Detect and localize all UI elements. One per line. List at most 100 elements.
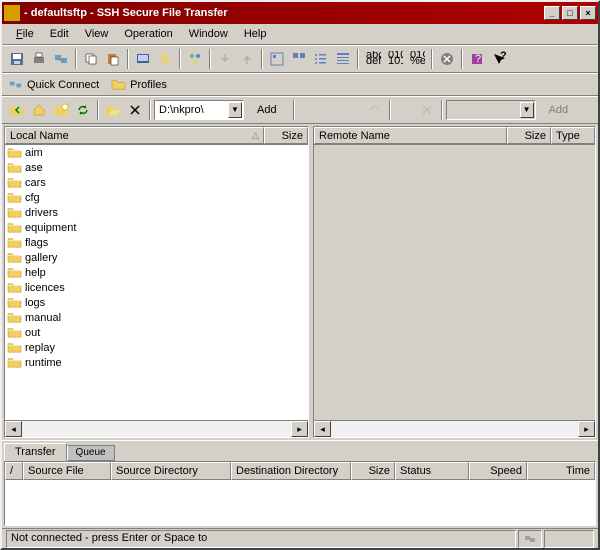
scroll-left-icon[interactable]: ◂ <box>5 421 22 437</box>
list-item[interactable]: ase <box>5 160 308 175</box>
view-binary-icon[interactable]: 010101 <box>384 48 406 70</box>
transfer-col-time[interactable]: Time <box>527 462 595 480</box>
transfer-col-status[interactable]: Status <box>395 462 469 480</box>
minimize-button[interactable]: _ <box>544 6 560 20</box>
quick-connect-button[interactable]: Quick Connect <box>8 78 99 91</box>
connect-bar: Quick Connect Profiles <box>2 73 598 96</box>
transfer-col-sourcedir[interactable]: Source Directory <box>111 462 231 480</box>
list-item[interactable]: logs <box>5 295 308 310</box>
transfer-col-speed[interactable]: Speed <box>469 462 527 480</box>
status-cell-1 <box>518 530 542 548</box>
view-mode-icon[interactable]: 01¢%ef <box>406 48 428 70</box>
menu-view[interactable]: View <box>77 26 117 42</box>
transfer-icon[interactable] <box>154 48 176 70</box>
remote-open-icon <box>394 99 416 121</box>
remote-file-list <box>314 145 595 420</box>
menu-window[interactable]: Window <box>181 26 236 42</box>
transfer-col-icon[interactable]: / <box>5 462 23 480</box>
transfer-col-sourcefile[interactable]: Source File <box>23 462 111 480</box>
large-icons-icon[interactable] <box>266 48 288 70</box>
list-item[interactable]: licences <box>5 280 308 295</box>
remote-col-size[interactable]: Size <box>507 127 551 144</box>
save-icon[interactable] <box>6 48 28 70</box>
scroll-right-icon[interactable]: ▸ <box>291 421 308 437</box>
local-pane: Local Name△ Size aimasecars cfgdrivers equ… <box>4 126 309 438</box>
list-item[interactable]: aim <box>5 145 308 160</box>
paste-icon[interactable] <box>102 48 124 70</box>
scroll-right-icon[interactable]: ▸ <box>578 421 595 437</box>
file-name: logs <box>25 297 45 309</box>
remote-col-name[interactable]: Remote Name <box>314 127 507 144</box>
details-icon[interactable] <box>332 48 354 70</box>
view-abc-icon[interactable]: abcdef <box>362 48 384 70</box>
list-item[interactable]: runtime <box>5 355 308 370</box>
local-col-size[interactable]: Size <box>264 127 308 144</box>
transfer-col-size[interactable]: Size <box>351 462 395 480</box>
copy-icon[interactable] <box>80 48 102 70</box>
list-item[interactable]: drivers <box>5 205 308 220</box>
local-refresh-icon[interactable] <box>72 99 94 121</box>
tab-transfer[interactable]: Transfer <box>4 443 67 461</box>
svg-text:?: ? <box>475 53 481 65</box>
small-icons-icon[interactable] <box>288 48 310 70</box>
stop-icon[interactable] <box>436 48 458 70</box>
local-home-icon[interactable] <box>28 99 50 121</box>
remote-path-input: ▼ <box>446 100 536 120</box>
refresh-net-icon[interactable] <box>184 48 206 70</box>
list-item[interactable]: equipment <box>5 220 308 235</box>
dropdown-icon[interactable]: ▼ <box>228 102 242 118</box>
remote-hscroll[interactable]: ◂ ▸ <box>314 420 595 437</box>
sort-asc-icon: △ <box>252 130 259 141</box>
list-item[interactable]: flags <box>5 235 308 250</box>
list-item[interactable]: gallery <box>5 250 308 265</box>
file-name: cfg <box>25 192 40 204</box>
app-window: - defaultsftp - SSH Secure File Transfer… <box>0 0 600 550</box>
local-delete-icon[interactable] <box>124 99 146 121</box>
svg-text:?: ? <box>500 51 507 62</box>
profiles-button[interactable]: Profiles <box>111 78 167 91</box>
print-icon[interactable] <box>28 48 50 70</box>
transfer-list <box>5 480 595 525</box>
local-file-list[interactable]: aimasecars cfgdrivers equipmentflagsgaller… <box>5 145 308 420</box>
list-item[interactable]: help <box>5 265 308 280</box>
svg-text:%ef: %ef <box>410 55 425 67</box>
menu-help[interactable]: Help <box>236 26 275 42</box>
list-item[interactable]: replay <box>5 340 308 355</box>
main-toolbar: abcdef 010101 01¢%ef ? ? <box>2 45 598 73</box>
file-name: licences <box>25 282 65 294</box>
menubar: File Edit View Operation Window Help <box>2 24 598 45</box>
remote-delete-icon <box>416 99 438 121</box>
remote-refresh-icon <box>364 99 386 121</box>
status-text: Not connected - press Enter or Space to <box>6 530 516 548</box>
local-add-button[interactable]: Add <box>248 101 286 119</box>
local-open-icon[interactable] <box>102 99 124 121</box>
connect-icon[interactable] <box>50 48 72 70</box>
local-hscroll[interactable]: ◂ ▸ <box>5 420 308 437</box>
list-item[interactable]: cfg <box>5 190 308 205</box>
help-book-icon[interactable]: ? <box>466 48 488 70</box>
list-icon[interactable] <box>310 48 332 70</box>
local-path-input[interactable]: D:\nkpro\ ▼ <box>154 100 244 120</box>
remote-home-icon <box>320 99 342 121</box>
maximize-button[interactable]: □ <box>562 6 578 20</box>
whats-this-icon[interactable]: ? <box>488 48 510 70</box>
menu-operation[interactable]: Operation <box>116 26 180 42</box>
file-panes: Local Name△ Size aimasecars cfgdrivers equ… <box>2 124 598 440</box>
menu-edit[interactable]: Edit <box>42 26 77 42</box>
list-item[interactable]: cars <box>5 175 308 190</box>
list-item[interactable]: out <box>5 325 308 340</box>
remote-col-type[interactable]: Type <box>551 127 595 144</box>
terminal-icon[interactable] <box>132 48 154 70</box>
list-item[interactable]: manual <box>5 310 308 325</box>
tab-queue[interactable]: Queue <box>67 445 115 461</box>
transfer-col-destdir[interactable]: Destination Directory <box>231 462 351 480</box>
local-up-icon[interactable] <box>6 99 28 121</box>
file-name: out <box>25 327 40 339</box>
file-name: equipment <box>25 222 76 234</box>
local-newfolder-icon[interactable] <box>50 99 72 121</box>
status-cell-2 <box>544 530 594 548</box>
local-col-name[interactable]: Local Name△ <box>5 127 264 144</box>
menu-file[interactable]: File <box>8 26 42 42</box>
close-button[interactable]: × <box>580 6 596 20</box>
scroll-left-icon[interactable]: ◂ <box>314 421 331 437</box>
